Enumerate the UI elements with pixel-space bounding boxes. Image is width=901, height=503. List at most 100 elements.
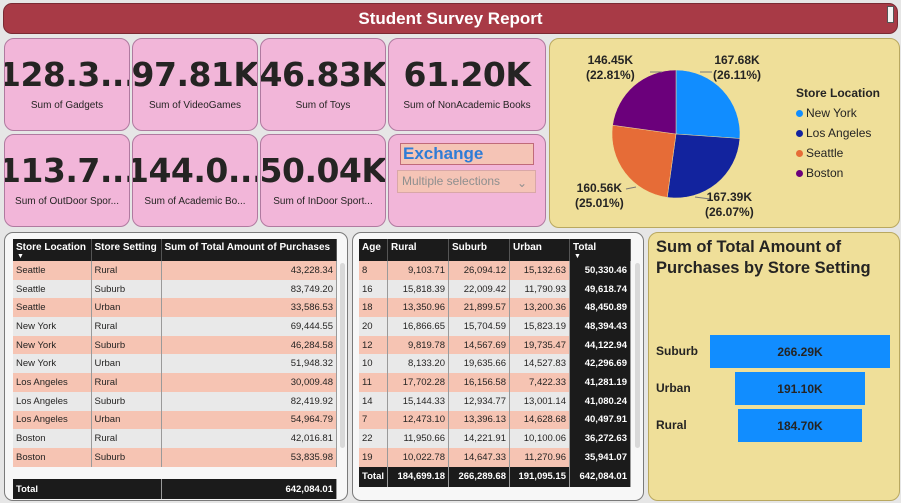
legend-item-losangeles[interactable]: Los Angeles (796, 123, 880, 143)
matrix-cell: 42,296.69 (569, 354, 631, 374)
legend-item-boston[interactable]: Boston (796, 163, 880, 183)
matrix-cell: 44,122.94 (569, 335, 631, 355)
card-label: Sum of VideoGames (148, 100, 242, 111)
matrix-cell: 22 (359, 429, 388, 448)
matrix-cell: 12 (359, 335, 388, 355)
matrix-cell: 15,823.19 (509, 317, 570, 336)
matrix-cell: 13,396.13 (448, 410, 510, 430)
matrix-cell: 16 (359, 279, 388, 299)
matrix-cell: 35,941.07 (569, 447, 631, 467)
table-cell: 43,228.34 (161, 261, 337, 280)
table-cell: Boston (13, 447, 92, 467)
pie-slice-los-angeles[interactable] (666, 133, 741, 199)
legend-dot-icon (796, 109, 803, 117)
matrix-cell: 15,132.63 (509, 261, 570, 280)
table-cell: Suburb (91, 447, 162, 467)
bar-suburb[interactable]: 266.29K (710, 335, 890, 368)
table-row[interactable]: New York Urban 51,948.32 (13, 354, 337, 374)
column-header[interactable]: Sum of Total Amount of Purchases (161, 239, 337, 261)
column-header[interactable]: Rural (387, 239, 449, 261)
legend-item-newyork[interactable]: New York (796, 103, 880, 123)
matrix-row[interactable]: 19 10,022.78 14,647.33 11,270.96 35,941.07 (359, 447, 631, 467)
matrix-cell: 11 (359, 373, 388, 392)
matrix-cell: 41,080.24 (569, 391, 631, 411)
matrix-cell: 15,144.33 (387, 391, 449, 411)
table-cell: 46,284.58 (161, 335, 337, 355)
matrix-cell: 11,790.93 (509, 279, 570, 299)
pie-label-pct: (26.07%) (705, 205, 754, 219)
table-row[interactable]: Boston Suburb 53,835.98 (13, 447, 337, 467)
matrix-cell: 19,735.47 (509, 335, 570, 355)
table-row[interactable]: Los Angeles Urban 54,964.79 (13, 410, 337, 430)
matrix-row[interactable]: 10 8,133.20 19,635.66 14,527.83 42,296.69 (359, 354, 631, 374)
card-academic-books: 144.0... Sum of Academic Bo... (132, 134, 258, 227)
table1-scrollbar[interactable] (340, 263, 345, 448)
matrix-row[interactable]: 8 9,103.71 26,094.12 15,132.63 50,330.46 (359, 261, 631, 280)
matrix-row[interactable]: 7 12,473.10 13,396.13 14,628.68 40,497.91 (359, 410, 631, 430)
table-cell: Suburb (91, 391, 162, 411)
card-value: 144.0... (132, 151, 258, 190)
matrix-row[interactable]: 12 9,819.78 14,567.69 19,735.47 44,122.94 (359, 335, 631, 355)
bar-urban[interactable]: 191.10K (735, 372, 865, 405)
card-label: Sum of NonAcademic Books (403, 100, 531, 111)
matrix-cell: 13,350.96 (387, 298, 449, 318)
matrix-row[interactable]: 22 11,950.66 14,221.91 10,100.06 36,272.63 (359, 429, 631, 448)
column-header[interactable]: Store Location ▼ (13, 239, 92, 261)
report-title: Student Survey Report (3, 3, 898, 34)
column-header[interactable]: Urban (509, 239, 570, 261)
table-row[interactable]: Boston Rural 42,016.81 (13, 429, 337, 448)
pie-label-newyork: 167.68K (26.11%) (713, 53, 761, 83)
title-scroll-handle[interactable] (887, 6, 894, 23)
table-cell: 30,009.48 (161, 373, 337, 392)
matrix-cell: 18 (359, 298, 388, 318)
table-row[interactable]: Seattle Suburb 83,749.20 (13, 279, 337, 299)
table-row[interactable]: Seattle Rural 43,228.34 (13, 261, 337, 280)
sort-desc-icon: ▼ (574, 253, 581, 260)
matrix-row[interactable]: 18 13,350.96 21,899.57 13,200.36 48,450.89 (359, 298, 631, 318)
matrix-cell: 9,819.78 (387, 335, 449, 355)
matrix-cell: 7,422.33 (509, 373, 570, 392)
card-label: Sum of Gadgets (30, 100, 104, 111)
matrix-total-cell: Total (359, 466, 388, 487)
total-label: Total (13, 479, 162, 499)
table-row[interactable]: Los Angeles Rural 30,009.48 (13, 373, 337, 392)
matrix-cell: 26,094.12 (448, 261, 510, 280)
legend-item-seattle[interactable]: Seattle (796, 143, 880, 163)
table-cell: New York (13, 317, 92, 336)
matrix-cell: 14,527.83 (509, 354, 570, 374)
pie-label-value: 160.56K (576, 181, 623, 195)
matrix-row[interactable]: 20 16,866.65 15,704.59 15,823.19 48,394.43 (359, 317, 631, 336)
table-cell: Suburb (91, 279, 162, 299)
table-row[interactable]: New York Rural 69,444.55 (13, 317, 337, 336)
card-value: 128.3... (4, 55, 130, 94)
matrix-row[interactable]: 11 17,702.28 16,156.58 7,422.33 41,281.19 (359, 373, 631, 392)
matrix-row[interactable]: 16 15,818.39 22,009.42 11,790.93 49,618.74 (359, 279, 631, 299)
bar-rural[interactable]: 184.70K (737, 409, 863, 442)
pie-label-value: 167.68K (714, 53, 760, 67)
column-header[interactable]: Total ▼ (569, 239, 631, 261)
matrix-cell: 16,156.58 (448, 373, 510, 392)
card-videogames: 97.81K Sum of VideoGames (132, 38, 258, 131)
table-row[interactable]: Los Angeles Suburb 82,419.92 (13, 391, 337, 411)
table-cell: Urban (91, 354, 162, 374)
column-header[interactable]: Suburb (448, 239, 510, 261)
bar-value-label: 266.29K (777, 344, 823, 359)
matrix-row[interactable]: 14 15,144.33 12,934.77 13,001.14 41,080.24 (359, 391, 631, 411)
column-header[interactable]: Store Setting (91, 239, 162, 261)
pie-label-pct: (26.11%) (713, 68, 762, 82)
table-row[interactable]: Seattle Urban 33,586.53 (13, 298, 337, 318)
matrix-cell: 14 (359, 391, 388, 411)
column-header[interactable]: Age (359, 239, 388, 261)
sort-desc-icon: ▼ (17, 253, 24, 260)
table-cell: 42,016.81 (161, 429, 337, 448)
table-cell: Seattle (13, 261, 92, 280)
table-cell: New York (13, 335, 92, 355)
pie-legend: Store Location New York Los Angeles Seat… (796, 86, 880, 183)
table-cell: Los Angeles (13, 373, 92, 392)
table2-scrollbar[interactable] (635, 263, 640, 448)
table-row[interactable]: New York Suburb 46,284.58 (13, 335, 337, 355)
table-cell: New York (13, 354, 92, 374)
report-title-text: Student Survey Report (358, 8, 543, 28)
matrix-cell: 15,704.59 (448, 317, 510, 336)
exchange-slicer-dropdown[interactable]: Multiple selections ⌄ (397, 170, 536, 193)
